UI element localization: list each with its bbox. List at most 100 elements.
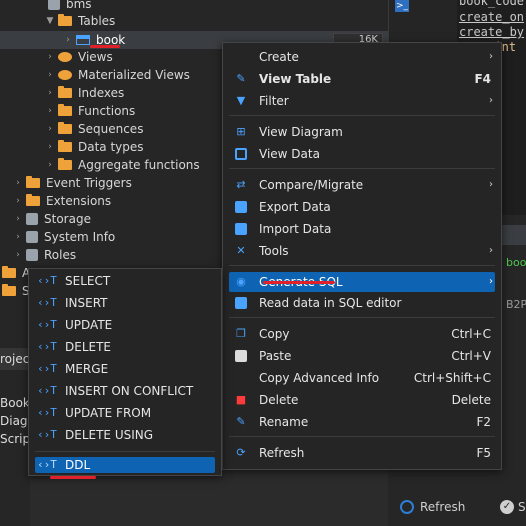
project-tab[interactable]: roject - [0,348,30,370]
tree-item-storage[interactable]: › Storage [12,210,91,228]
chevron-right-icon[interactable]: › [12,228,24,246]
submenu-item-ddl[interactable]: ‹›T DDL [35,457,215,473]
menu-item-view-table[interactable]: ✎ View Table F4 [229,69,495,89]
menu-separator [35,451,215,452]
chevron-right-icon[interactable]: › [44,156,56,174]
tree-item-event-triggers[interactable]: › Event Triggers [12,174,132,192]
menu-item-copy[interactable]: ❐ Copy Ctrl+C [229,324,495,344]
right-panel-code: B2P0 [506,298,526,311]
tree-item-label: Indexes [78,86,125,100]
submenu-item-update-from[interactable]: ‹›T UPDATE FROM [35,403,215,423]
chevron-right-icon[interactable]: › [44,138,56,156]
chevron-right-icon[interactable]: › [12,246,24,264]
menu-item-delete[interactable]: ■ Delete Delete [229,390,495,410]
code-line: book_code [459,0,525,8]
tree-item-sequences[interactable]: › Sequences [44,120,143,138]
chevron-down-icon[interactable]: ▼ [44,12,56,30]
tree-item-aggregate-functions[interactable]: › Aggregate functions [44,156,200,174]
tree-item-label: Materialized Views [78,68,190,82]
paste-icon [233,348,249,364]
tree-item-extensions[interactable]: › Extensions [12,192,111,210]
database-icon [48,0,60,10]
menu-item-create[interactable]: Create › [229,47,495,67]
tree-item-tables[interactable]: ▼ Tables [44,12,115,30]
menu-item-shortcut: F2 [476,415,491,429]
chevron-right-icon[interactable]: › [12,174,24,192]
chevron-right-icon[interactable]: › [44,84,56,102]
menu-item-label: Paste [259,349,292,363]
chevron-right-icon: › [489,51,493,62]
sql-template-icon: ‹›T [37,296,57,309]
chevron-right-icon[interactable]: › [44,102,56,120]
annotation-underline-generate-sql [263,281,335,284]
tree-item-label: Views [78,50,113,64]
sql-template-icon: ‹›T [37,428,57,441]
menu-item-label: UPDATE FROM [65,406,152,420]
sql-template-icon: ‹›T [37,458,57,471]
tree-item-roles[interactable]: › Roles [12,246,76,264]
tree-item-views[interactable]: › Views [44,48,113,66]
menu-item-label: INSERT ON CONFLICT [65,384,194,398]
materialized-views-icon [58,70,72,80]
tree-item-materialized-views[interactable]: › Materialized Views [44,66,190,84]
menu-item-paste[interactable]: Paste Ctrl+V [229,346,495,366]
chevron-right-icon[interactable]: › [62,31,74,49]
submenu-item-delete[interactable]: ‹›T DELETE [35,337,215,357]
tree-item-label: Functions [78,104,136,118]
submenu-item-update[interactable]: ‹›T UPDATE [35,315,215,335]
menu-item-filter[interactable]: ▼ Filter › [229,91,495,111]
status-check-button[interactable]: ✓ S [500,500,526,514]
tree-item-functions[interactable]: › Functions [44,102,135,120]
tree-item-label: Tables [78,14,116,28]
tree-item-label: Roles [44,248,77,262]
submenu-item-insert-on-conflict[interactable]: ‹›T INSERT ON CONFLICT [35,381,215,401]
menu-item-import-data[interactable]: Import Data [229,219,495,239]
refresh-button[interactable]: Refresh [400,500,465,514]
project-item[interactable]: Scrip [0,432,30,446]
right-panel-tab[interactable] [500,225,526,245]
menu-item-refresh[interactable]: ⟳ Refresh F5 [229,443,495,463]
menu-item-export-data[interactable]: Export Data [229,197,495,217]
sql-template-icon: ‹›T [37,362,57,375]
menu-item-copy-advanced-info[interactable]: Copy Advanced Info Ctrl+Shift+C [229,368,495,388]
chevron-right-icon: › [489,179,493,190]
menu-item-read-data-sql-editor[interactable]: Read data in SQL editor [229,293,495,313]
menu-item-compare-migrate[interactable]: ⇄ Compare/Migrate › [229,175,495,195]
menu-item-label: Export Data [259,200,331,214]
right-panel-text: book [506,256,526,269]
menu-item-rename[interactable]: ✎ Rename F2 [229,412,495,432]
menu-item-label: Rename [259,415,309,429]
export-icon [233,199,249,215]
chevron-right-icon[interactable]: › [44,48,56,66]
table-icon [76,35,90,45]
chevron-right-icon[interactable]: › [44,66,56,84]
tree-item-system-info[interactable]: › System Info [12,228,115,246]
terminal-icon[interactable]: >_ [395,0,409,12]
project-item[interactable]: Book [0,396,30,410]
tree-item-label: Aggregate functions [78,158,200,172]
chevron-right-icon[interactable]: › [12,210,24,228]
system-info-icon [26,231,38,243]
copy-icon: ❐ [236,327,246,340]
compare-icon: ⇄ [236,178,246,191]
submenu-item-delete-using[interactable]: ‹›T DELETE USING [35,425,215,445]
submenu-item-select[interactable]: ‹›T SELECT [35,271,215,291]
project-item[interactable]: Diagr [0,414,30,428]
menu-item-shortcut: F5 [476,446,491,460]
chevron-right-icon[interactable]: › [44,120,56,138]
sql-editor-icon [233,295,249,311]
tree-item-label: Data types [78,140,144,154]
menu-item-label: UPDATE [65,318,113,332]
menu-item-view-diagram[interactable]: ⊞ View Diagram [229,122,495,142]
menu-item-view-data[interactable]: View Data [229,144,495,164]
menu-separator [229,265,495,266]
tree-item-data-types[interactable]: › Data types [44,138,144,156]
submenu-item-insert[interactable]: ‹›T INSERT [35,293,215,313]
submenu-item-merge[interactable]: ‹›T MERGE [35,359,215,379]
tree-item-indexes[interactable]: › Indexes [44,84,124,102]
chevron-right-icon[interactable]: › [12,192,24,210]
menu-item-label: DELETE [65,340,112,354]
menu-item-label: Compare/Migrate [259,178,364,192]
sql-template-icon: ‹›T [37,318,57,331]
menu-item-tools[interactable]: ✕ Tools › [229,241,495,261]
